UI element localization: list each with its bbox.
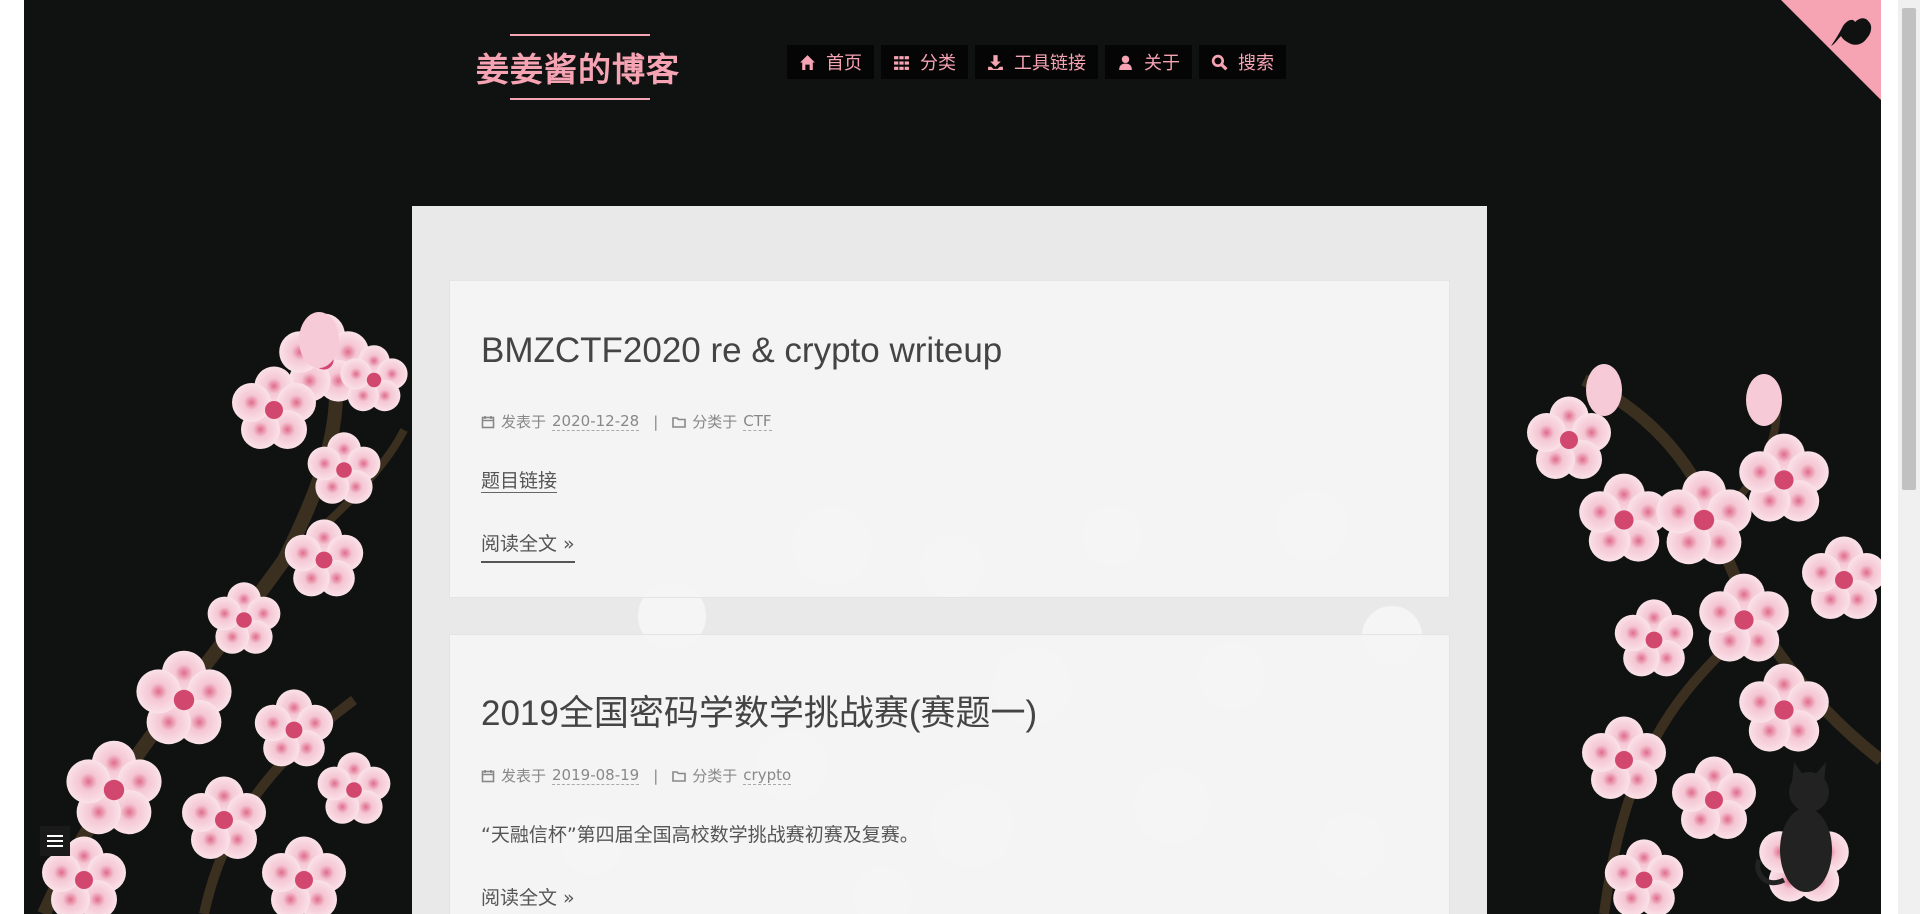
user-icon — [1119, 55, 1132, 70]
calendar-icon — [481, 415, 495, 428]
nav-label: 首页 — [826, 53, 862, 74]
nav-label: 工具链接 — [1014, 53, 1086, 74]
nav-item-about[interactable]: 关于 — [1105, 45, 1192, 79]
nav-item-tools[interactable]: 工具链接 — [975, 45, 1098, 79]
sidebar-toggle-button[interactable] — [40, 826, 70, 856]
brand-top-line — [510, 34, 650, 36]
meta-separator: | — [653, 766, 659, 785]
nav-label: 搜索 — [1238, 53, 1274, 74]
nav-label: 关于 — [1144, 53, 1180, 74]
site-brand[interactable]: 姜姜酱的博客 — [462, 32, 694, 102]
posted-label: 发表于 — [501, 413, 547, 431]
calendar-icon — [481, 769, 495, 782]
post-meta: 发表于 2020-12-28 | 分类于 CTF — [481, 411, 772, 432]
meta-separator: | — [653, 412, 659, 431]
menu-bar-icon — [47, 840, 63, 842]
vertical-scrollbar[interactable] — [1898, 0, 1920, 914]
posted-label: 发表于 — [501, 767, 547, 785]
post-meta: 发表于 2019-08-19 | 分类于 crypto — [481, 765, 792, 786]
excerpt-link[interactable]: 题目链接 — [481, 470, 558, 493]
folder-icon — [672, 416, 687, 428]
folder-icon — [672, 770, 687, 782]
category-label: 分类于 — [692, 767, 738, 785]
main-content: BMZCTF2020 re & crypto writeup 发表于 2020-… — [412, 206, 1487, 914]
post-category[interactable]: CTF — [743, 412, 772, 431]
post-excerpt: 题目链接 — [481, 466, 558, 493]
home-icon — [800, 54, 815, 70]
nav-item-search[interactable]: 搜索 — [1199, 45, 1286, 79]
post-title[interactable]: 2019全国密码学数学挑战赛(赛题一) — [481, 685, 1037, 736]
post-date[interactable]: 2020-12-28 — [552, 412, 640, 431]
grid-icon — [894, 55, 909, 70]
site-title[interactable]: 姜姜酱的博客 — [476, 43, 680, 91]
search-icon — [1211, 54, 1228, 71]
window-left-border — [0, 0, 24, 914]
post-title[interactable]: BMZCTF2020 re & crypto writeup — [481, 331, 1002, 371]
github-corner-icon[interactable] — [1781, 0, 1881, 100]
nav-label: 分类 — [920, 53, 956, 74]
menu-bar-icon — [47, 845, 63, 847]
post-category[interactable]: crypto — [743, 766, 792, 785]
post-card: BMZCTF2020 re & crypto writeup 发表于 2020-… — [449, 280, 1450, 598]
category-label: 分类于 — [692, 413, 738, 431]
read-more-link[interactable]: 阅读全文 » — [481, 883, 575, 914]
post-excerpt: “天融信杯”第四届全国高校数学挑战赛初赛及复赛。 — [481, 824, 919, 846]
page-viewport: 姜姜酱的博客 首页 分类 工具链接 关于 搜索 BMZCTF2020 re & … — [24, 0, 1881, 914]
brand-bottom-line — [510, 98, 650, 100]
post-card: 2019全国密码学数学挑战赛(赛题一) 发表于 2019-08-19 | 分类于… — [449, 634, 1450, 914]
nav-item-home[interactable]: 首页 — [787, 45, 874, 79]
main-nav: 首页 分类 工具链接 关于 搜索 — [787, 45, 1286, 79]
post-date[interactable]: 2019-08-19 — [552, 766, 640, 785]
scrollbar-thumb[interactable] — [1902, 8, 1916, 490]
nav-item-categories[interactable]: 分类 — [881, 45, 968, 79]
menu-bar-icon — [47, 835, 63, 837]
download-icon — [988, 54, 1003, 70]
read-more-link[interactable]: 阅读全文 » — [481, 529, 575, 563]
